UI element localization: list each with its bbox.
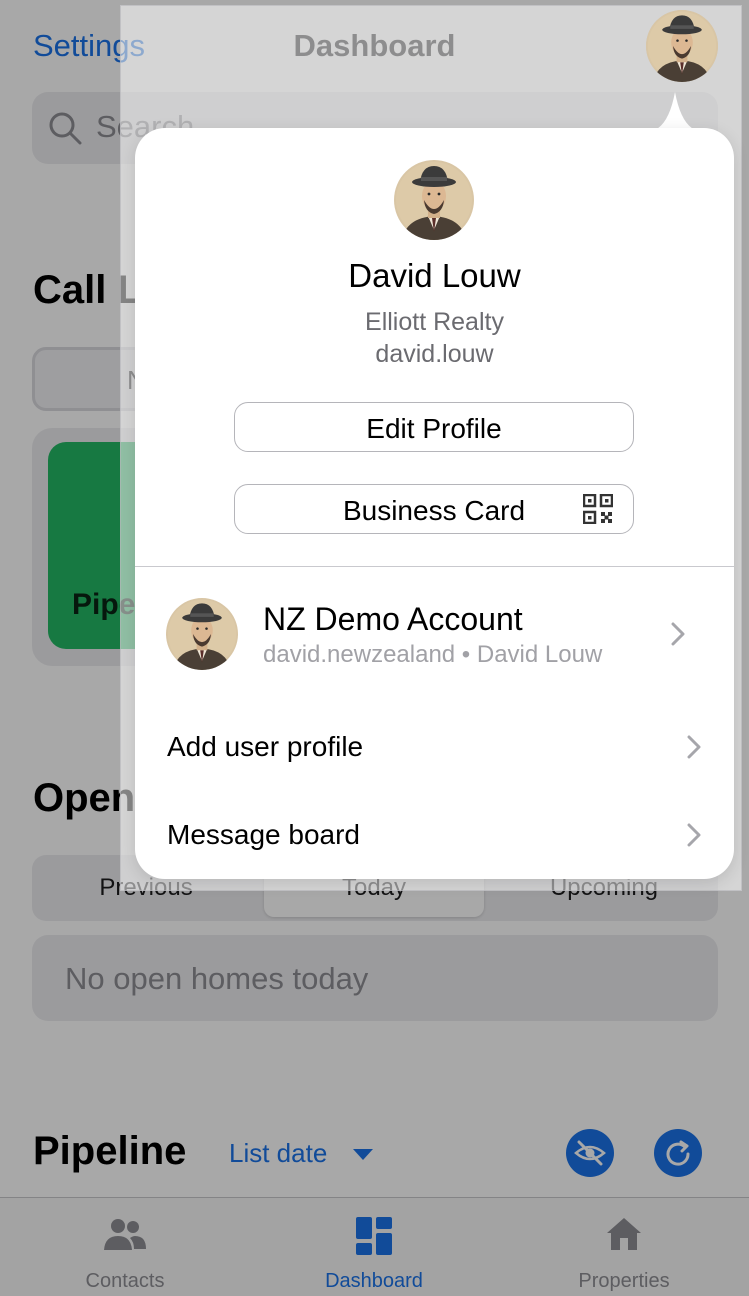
- user-agency: Elliott Realty: [365, 308, 504, 336]
- account-name: NZ Demo Account: [263, 601, 523, 637]
- avatar-image: [166, 598, 238, 670]
- menu-item-label: Message board: [167, 819, 361, 850]
- dashboard-screen: Settings Dashboard Search Call L N Pipe …: [0, 0, 749, 1296]
- chevron-right-icon: [671, 622, 685, 646]
- chevron-right-icon: [687, 823, 701, 847]
- edit-profile-button[interactable]: Edit Profile: [234, 402, 634, 452]
- user-name: David Louw: [348, 257, 521, 294]
- account-row[interactable]: NZ Demo Account david.newzealand • David…: [135, 586, 734, 686]
- popover-arrow: [648, 92, 702, 132]
- avatar-image: [646, 10, 718, 82]
- business-card-label: Business Card: [342, 495, 526, 526]
- account-subtitle: david.newzealand • David Louw: [263, 641, 603, 668]
- chevron-right-icon: [687, 735, 701, 759]
- profile-popover: David Louw Elliott Realty david.louw Edi…: [135, 128, 734, 879]
- edit-profile-label: Edit Profile: [366, 413, 502, 444]
- add-user-profile-row[interactable]: Add user profile: [135, 713, 734, 783]
- account-avatar: [166, 598, 238, 670]
- menu-item-label: Add user profile: [167, 731, 364, 762]
- qr-code-icon: [583, 494, 613, 524]
- user-username: david.louw: [375, 340, 494, 368]
- divider: [135, 566, 734, 567]
- message-board-row[interactable]: Message board: [135, 801, 734, 871]
- user-avatar: [394, 160, 474, 240]
- profile-avatar-active[interactable]: [646, 10, 718, 82]
- business-card-button[interactable]: Business Card: [234, 484, 634, 534]
- avatar-image: [394, 160, 474, 240]
